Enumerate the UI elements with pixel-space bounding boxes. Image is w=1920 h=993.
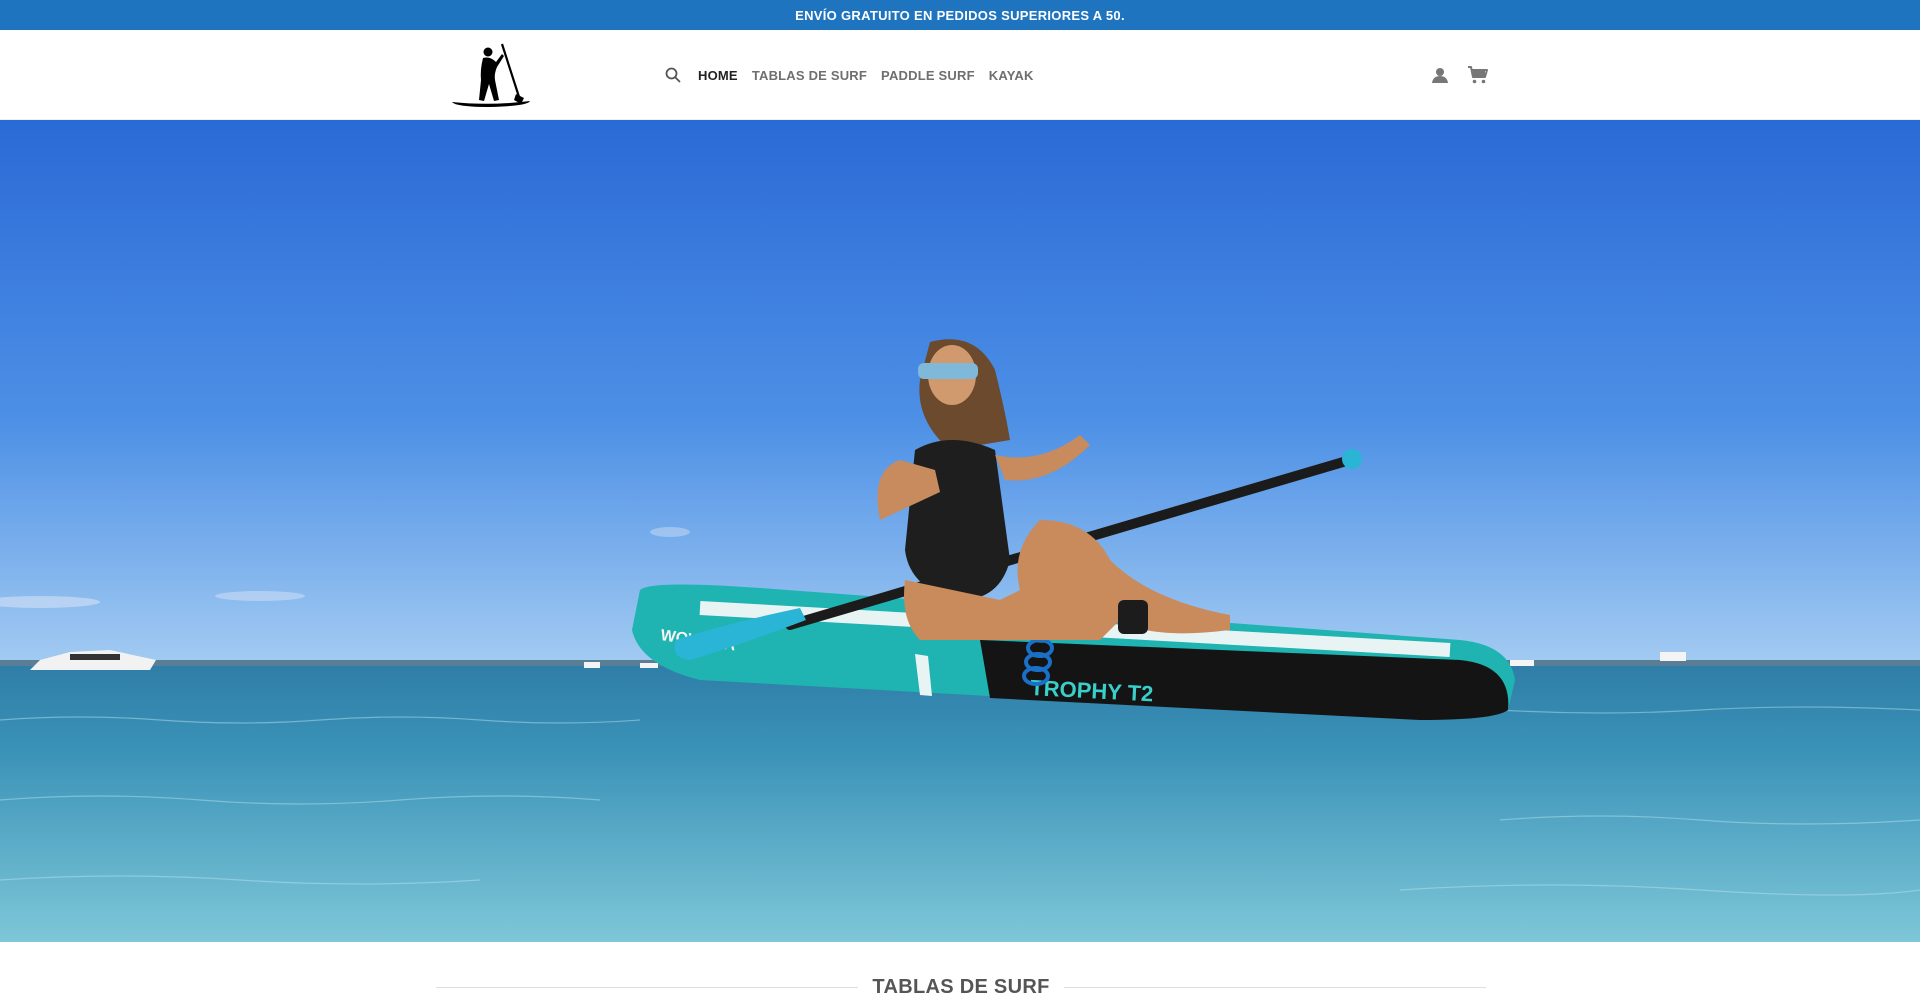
search-icon bbox=[665, 67, 681, 83]
divider-left bbox=[436, 986, 859, 988]
nav-item-kayak[interactable]: KAYAK bbox=[989, 68, 1034, 83]
search-button[interactable] bbox=[662, 64, 684, 86]
hero-image: WOWSEA TROPHY T2 bbox=[0, 120, 1920, 942]
section-heading: TABLAS DE SURF bbox=[436, 972, 1487, 993]
nav-item-home[interactable]: HOME bbox=[698, 68, 738, 83]
announcement-bar: ENVÍO GRATUITO EN PEDIDOS SUPERIORES A 5… bbox=[0, 0, 1920, 30]
main-nav: HOME TABLAS DE SURF PADDLE SURF KAYAK bbox=[662, 30, 1034, 120]
account-button[interactable] bbox=[1428, 63, 1452, 87]
header-actions bbox=[1428, 30, 1490, 120]
announcement-text: ENVÍO GRATUITO EN PEDIDOS SUPERIORES A 5… bbox=[795, 7, 1125, 23]
site-logo[interactable] bbox=[450, 40, 534, 110]
section-title: TABLAS DE SURF bbox=[872, 975, 1050, 993]
nav-item-paddle-surf[interactable]: PADDLE SURF bbox=[881, 68, 975, 83]
paddle-surfer-logo-icon bbox=[452, 43, 530, 107]
nav-item-tablas-de-surf[interactable]: TABLAS DE SURF bbox=[752, 68, 867, 83]
hero-banner[interactable]: WOWSEA TROPHY T2 bbox=[0, 120, 1920, 942]
divider-right bbox=[1063, 986, 1487, 988]
cart-button[interactable] bbox=[1466, 63, 1490, 87]
cart-icon bbox=[1468, 66, 1488, 84]
site-header: HOME TABLAS DE SURF PADDLE SURF KAYAK bbox=[0, 30, 1920, 120]
user-icon bbox=[1432, 68, 1448, 83]
